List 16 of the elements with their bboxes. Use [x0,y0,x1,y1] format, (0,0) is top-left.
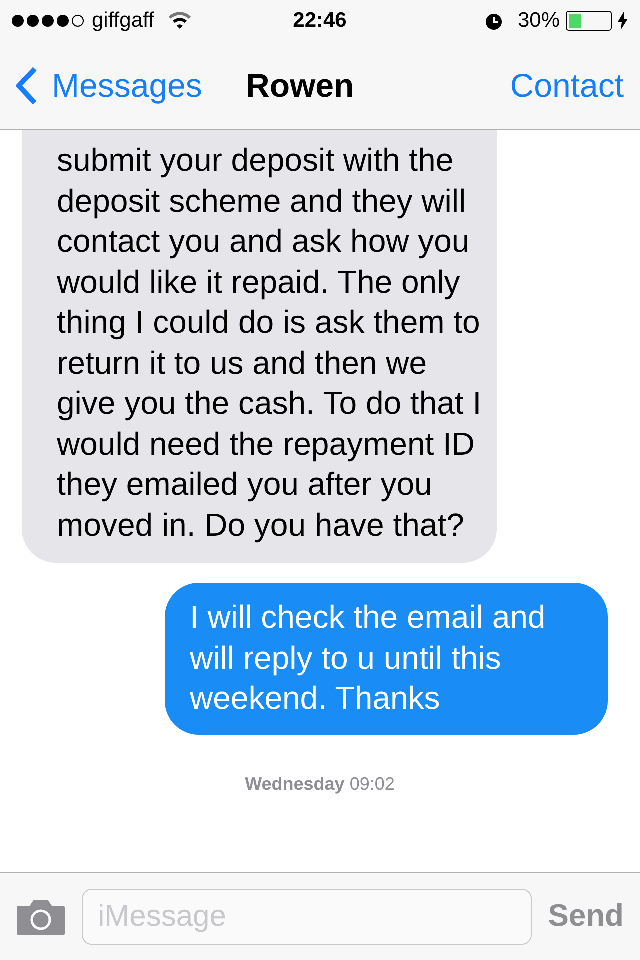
message-bubble: submit your deposit with the deposit scheme and they will contact you and ask how you would like it repaid. The only thing I could do is ask them to return it to us and then we give you the cash. To do that I would need the repayment ID they emailed you after you moved in. Do you have that? [22,130,497,563]
back-chevron-icon [16,66,38,104]
camera-icon[interactable] [16,898,66,936]
wifi-icon [168,12,192,30]
carrier-name: giffgaff [92,8,154,34]
battery-icon [566,11,612,31]
conversation-title: Rowen [246,66,354,104]
battery-percentage: 30% [518,8,560,34]
alarm-clock-icon [484,11,504,31]
back-button[interactable]: Messages [16,60,246,110]
signal-icon [12,15,84,27]
message-bubble: I will check the email and will reply to u until this weekend. Thanks [165,583,608,734]
charging-bolt-icon [618,12,628,30]
clock-time: 22:46 [293,8,347,34]
timestamp: Wednesday 09:02 [245,772,395,796]
contact-button[interactable]: Contact [510,60,624,110]
